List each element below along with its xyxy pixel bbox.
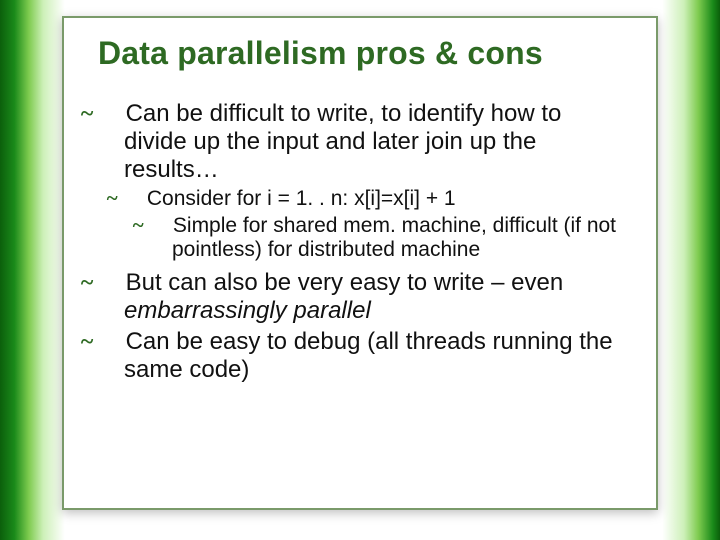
- bullet-1-text: Can be difficult to write, to identify h…: [124, 100, 561, 184]
- slide-frame: Data parallelism pros & cons ~Can be dif…: [0, 0, 720, 540]
- bullet-1a1: ~Simple for shared mem. machine, difficu…: [152, 214, 626, 264]
- bullet-3-text: Can be easy to debug (all threads runnin…: [124, 328, 613, 383]
- slide-panel: Data parallelism pros & cons ~Can be dif…: [62, 16, 658, 510]
- bullet-2-emph: embarrassingly parallel: [124, 297, 371, 324]
- slide-title: Data parallelism pros & cons: [98, 36, 626, 72]
- bullet-1a-text: Consider for i = 1. . n: x[i]=x[i] + 1: [147, 187, 456, 210]
- bullet-2-pre: But can also be very easy to write – eve…: [126, 269, 564, 296]
- swirl-icon: ~: [152, 215, 171, 236]
- swirl-icon: ~: [102, 330, 124, 354]
- swirl-icon: ~: [102, 102, 124, 126]
- bullet-1a: ~Consider for i = 1. . n: x[i]=x[i] + 1: [126, 187, 626, 212]
- bullet-2: ~But can also be very easy to write – ev…: [102, 269, 626, 326]
- bullet-1: ~Can be difficult to write, to identify …: [102, 100, 626, 185]
- bullet-1a1-text: Simple for shared mem. machine, difficul…: [172, 214, 616, 262]
- bullet-3: ~Can be easy to debug (all threads runni…: [102, 328, 626, 385]
- swirl-icon: ~: [126, 188, 145, 209]
- swirl-icon: ~: [102, 271, 124, 295]
